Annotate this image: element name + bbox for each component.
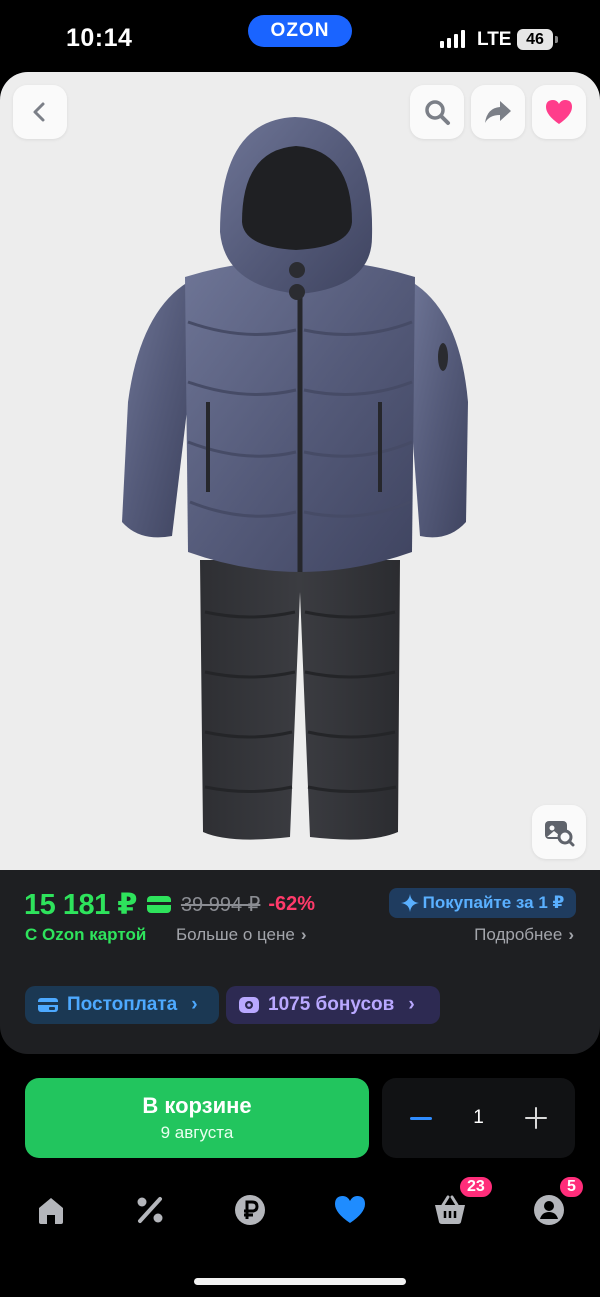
ozon-card-icon bbox=[146, 895, 171, 913]
network-label: LTE bbox=[477, 29, 512, 50]
image-search-button[interactable] bbox=[532, 805, 586, 859]
ruble-icon bbox=[235, 1195, 265, 1225]
search-button[interactable] bbox=[410, 85, 464, 139]
percent-icon bbox=[137, 1197, 163, 1223]
sparkle-icon bbox=[400, 894, 419, 912]
bonus-icon bbox=[239, 997, 259, 1013]
home-icon bbox=[39, 1198, 63, 1224]
share-icon bbox=[485, 101, 511, 123]
bonus-chip[interactable]: 1075 бонусов › bbox=[226, 986, 440, 1024]
ozon-card-label: С Ozon картой bbox=[25, 925, 147, 944]
back-button[interactable] bbox=[13, 85, 67, 139]
status-time: 10:14 bbox=[66, 24, 133, 52]
chevron-right-icon: › bbox=[568, 925, 574, 944]
tab-favorites[interactable] bbox=[330, 1190, 370, 1230]
more-about-price-link[interactable]: Больше о цене › bbox=[176, 925, 307, 945]
price-row: 15 181 ₽ 39 994 ₽ -62% bbox=[24, 887, 315, 921]
chevron-right-icon: › bbox=[408, 994, 415, 1015]
buy-for-1-ruble-button[interactable]: Покупайте за 1 ₽ bbox=[389, 888, 576, 918]
delivery-date: 9 августа bbox=[160, 1123, 234, 1142]
tab-finance[interactable] bbox=[230, 1190, 270, 1230]
wallet-icon bbox=[38, 998, 58, 1012]
buy-for-1-ruble-label: Покупайте за 1 ₽ bbox=[422, 893, 565, 912]
postpay-label: Постоплата bbox=[67, 994, 178, 1015]
favorite-button[interactable] bbox=[532, 85, 586, 139]
search-icon bbox=[425, 100, 450, 125]
profile-badge: 5 bbox=[558, 1175, 585, 1199]
in-cart-button[interactable]: В корзине 9 августа bbox=[25, 1078, 369, 1158]
product-card: 15 181 ₽ 39 994 ₽ -62% Покупайте за 1 ₽ … bbox=[0, 72, 600, 1054]
profile-icon bbox=[534, 1195, 564, 1225]
chevron-right-icon: › bbox=[300, 925, 307, 944]
tab-home[interactable] bbox=[31, 1190, 71, 1230]
share-button[interactable] bbox=[471, 85, 525, 139]
discount-badge: -62% bbox=[268, 892, 316, 915]
quantity-stepper: 1 bbox=[382, 1078, 575, 1158]
cart-badge: 23 bbox=[458, 1175, 494, 1199]
home-indicator[interactable] bbox=[194, 1278, 406, 1285]
back-icon bbox=[33, 102, 45, 122]
battery-indicator: 46 bbox=[517, 29, 558, 50]
heart-icon bbox=[546, 100, 572, 124]
cart-icon bbox=[435, 1195, 465, 1224]
minus-icon bbox=[410, 1116, 432, 1120]
increase-button[interactable] bbox=[524, 1107, 547, 1129]
details-link[interactable]: Подробнее › bbox=[474, 925, 574, 945]
decrease-button[interactable] bbox=[410, 1099, 432, 1138]
bonus-label: 1075 бонусов bbox=[268, 994, 395, 1015]
bottom-tab-bar: 23 5 bbox=[0, 1175, 600, 1240]
tab-discounts[interactable] bbox=[130, 1190, 170, 1230]
in-cart-title: В корзине bbox=[142, 1093, 252, 1118]
postpay-chip[interactable]: Постоплата › bbox=[25, 986, 219, 1024]
heart-icon bbox=[335, 1196, 365, 1223]
quantity-value: 1 bbox=[473, 1107, 484, 1128]
details-label: Подробнее bbox=[474, 925, 563, 944]
ozon-logo: OZON bbox=[248, 15, 352, 47]
old-price: 39 994 ₽ bbox=[180, 893, 261, 916]
product-photo[interactable] bbox=[0, 72, 600, 870]
status-bar: 10:14 OZON LTE 46 bbox=[0, 0, 600, 72]
more-about-price-label: Больше о цене bbox=[176, 925, 295, 944]
product-image bbox=[122, 117, 468, 840]
current-price: 15 181 ₽ bbox=[24, 888, 137, 921]
signal-icon bbox=[440, 30, 465, 48]
chevron-right-icon: › bbox=[191, 994, 198, 1015]
image-search-icon bbox=[545, 821, 575, 847]
